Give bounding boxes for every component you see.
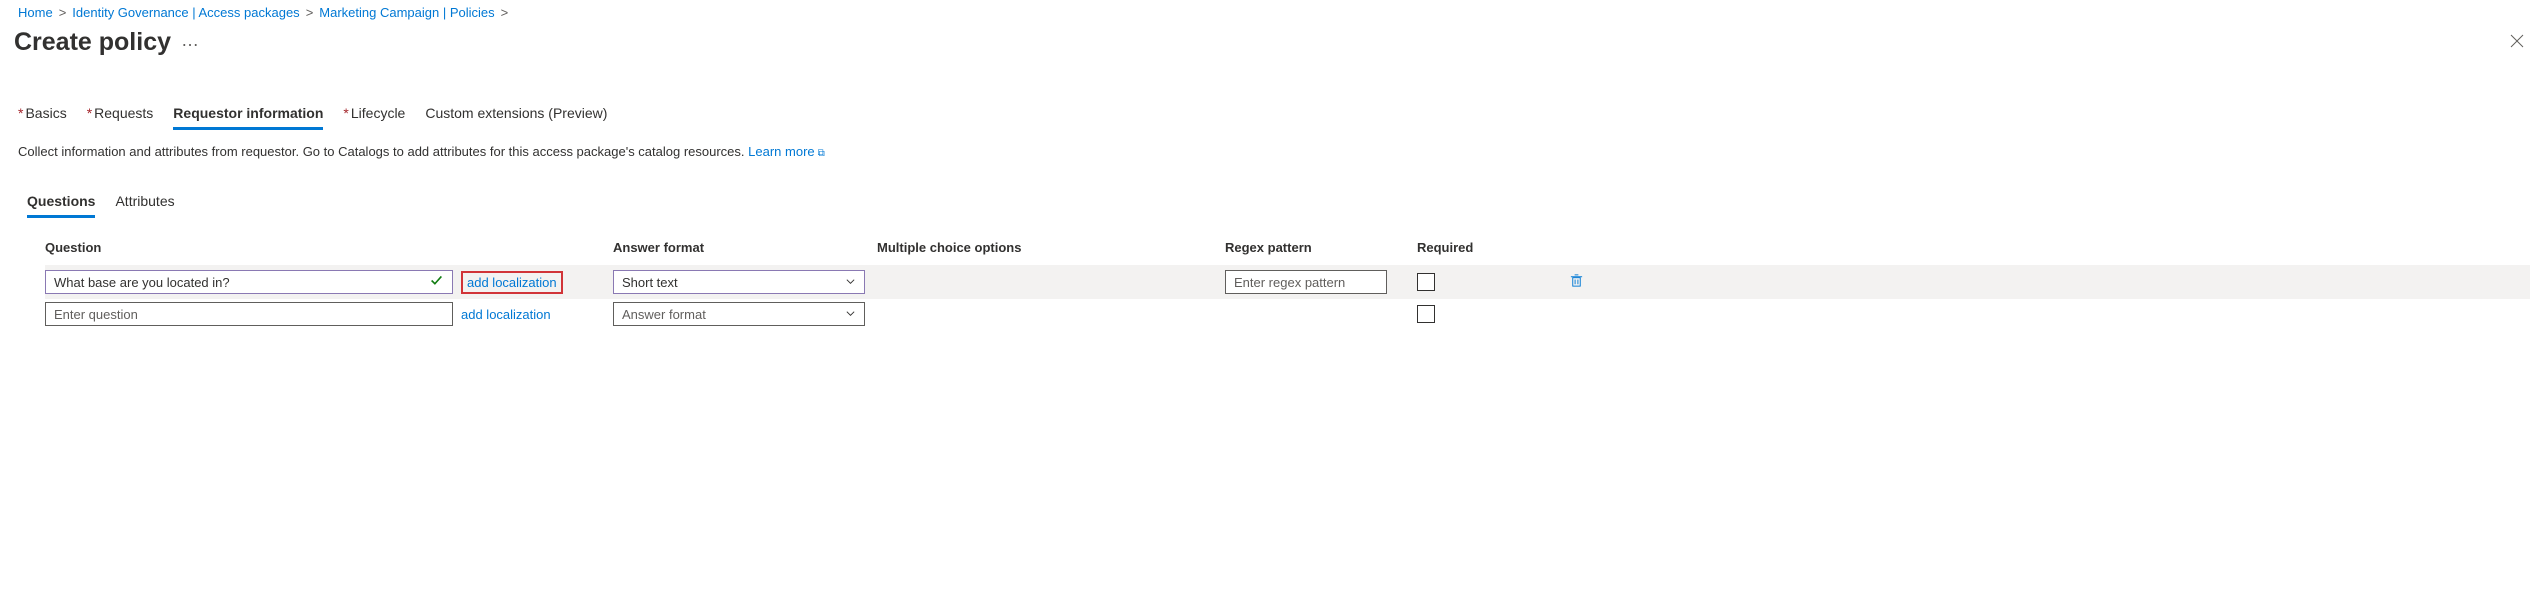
required-checkbox[interactable] <box>1417 305 1435 323</box>
breadcrumb: Home > Identity Governance | Access pack… <box>0 0 2548 22</box>
header-multi: Multiple choice options <box>877 240 1213 255</box>
subtab-questions[interactable]: Questions <box>27 193 95 218</box>
page-title: Create policy <box>14 28 171 57</box>
answer-format-select[interactable]: Answer format <box>613 302 865 326</box>
tab-custom-extensions[interactable]: Custom extensions (Preview) <box>425 105 607 130</box>
question-input[interactable] <box>45 270 453 294</box>
add-localization-link[interactable]: add localization <box>461 307 551 322</box>
description: Collect information and attributes from … <box>0 130 2548 159</box>
tab-requestor-information[interactable]: Requestor information <box>173 105 323 130</box>
regex-input[interactable] <box>1225 270 1387 294</box>
table-headers: Question Answer format Multiple choice o… <box>45 236 2530 265</box>
breadcrumb-sep: > <box>59 5 67 20</box>
select-value: Short text <box>622 275 678 290</box>
main-tabs: *Basics *Requests Requestor information … <box>0 105 2548 130</box>
header-required: Required <box>1417 240 1497 255</box>
questions-table: Question Answer format Multiple choice o… <box>0 236 2548 329</box>
breadcrumb-sep: > <box>501 5 509 20</box>
breadcrumb-sep: > <box>306 5 314 20</box>
chevron-down-icon <box>845 307 856 322</box>
header-question: Question <box>45 240 601 255</box>
close-icon <box>2510 36 2524 51</box>
table-row: add localization Short text <box>45 265 2530 299</box>
header-answer: Answer format <box>613 240 865 255</box>
breadcrumb-item-campaign[interactable]: Marketing Campaign | Policies <box>319 5 494 20</box>
header-regex: Regex pattern <box>1225 240 1405 255</box>
tab-requests[interactable]: *Requests <box>87 105 154 130</box>
table-row: add localization Answer format <box>45 299 2530 329</box>
tab-basics[interactable]: *Basics <box>18 105 67 130</box>
title-row: Create policy … <box>0 22 2548 57</box>
answer-format-select[interactable]: Short text <box>613 270 865 294</box>
add-localization-link[interactable]: add localization <box>461 271 563 294</box>
required-checkbox[interactable] <box>1417 273 1435 291</box>
tab-lifecycle[interactable]: *Lifecycle <box>343 105 405 130</box>
breadcrumb-item-governance[interactable]: Identity Governance | Access packages <box>72 5 299 20</box>
chevron-down-icon <box>845 275 856 290</box>
more-actions-button[interactable]: … <box>181 31 199 55</box>
question-input[interactable] <box>45 302 453 326</box>
delete-button[interactable] <box>1569 273 1584 291</box>
external-link-icon: ⧉ <box>818 148 825 159</box>
description-text: Collect information and attributes from … <box>18 144 745 159</box>
close-button[interactable] <box>2504 28 2530 57</box>
breadcrumb-item-home[interactable]: Home <box>18 5 53 20</box>
select-placeholder: Answer format <box>622 307 706 322</box>
checkmark-icon <box>430 274 443 290</box>
trash-icon <box>1569 276 1584 291</box>
subtab-attributes[interactable]: Attributes <box>115 193 174 218</box>
sub-tabs: Questions Attributes <box>0 193 2548 218</box>
learn-more-link[interactable]: Learn more⧉ <box>748 144 825 159</box>
